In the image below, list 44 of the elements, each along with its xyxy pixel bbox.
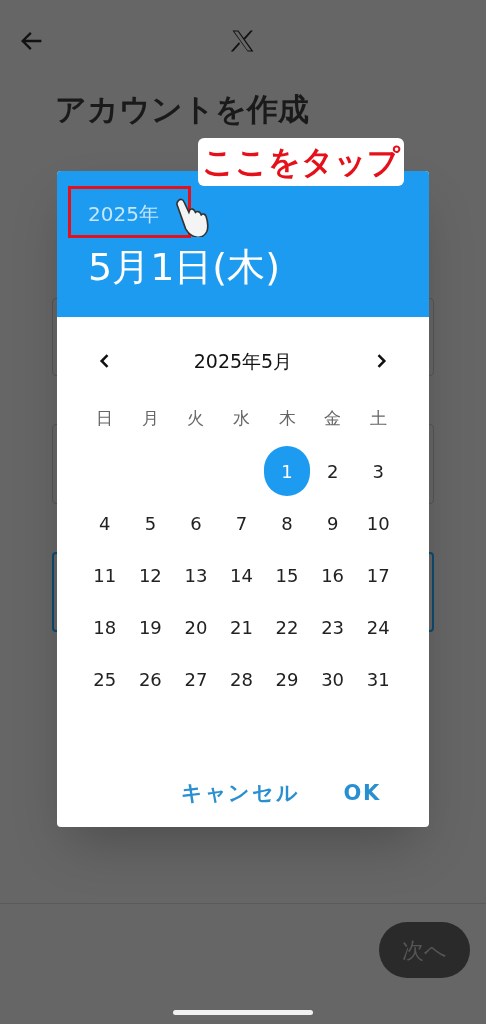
day-cell[interactable]: 27: [173, 654, 219, 704]
day-cell[interactable]: 29: [264, 654, 310, 704]
day-cell[interactable]: 9: [309, 498, 356, 548]
weekday-label: 日: [96, 407, 114, 431]
page-title: アカウントを作成: [55, 90, 310, 129]
day-cell[interactable]: 25: [82, 654, 128, 704]
weekday-label: 水: [233, 407, 250, 431]
day-cell[interactable]: 12: [127, 550, 174, 600]
day-cell[interactable]: 8: [264, 498, 310, 548]
day-cell[interactable]: 7: [218, 498, 265, 548]
day-cell[interactable]: 5: [127, 498, 174, 548]
day-cell[interactable]: 14: [218, 550, 265, 600]
day-cell[interactable]: 4: [82, 498, 128, 548]
day-cell[interactable]: 24: [355, 602, 401, 652]
day-cell[interactable]: 15: [264, 550, 310, 600]
day-cell[interactable]: 28: [218, 654, 265, 704]
selected-date: 5月1日(木): [88, 244, 280, 291]
weekday-label: 土: [369, 407, 387, 431]
pointing-hand-icon: [174, 196, 212, 237]
day-cell[interactable]: 13: [173, 550, 219, 600]
day-cell[interactable]: 20: [173, 602, 219, 652]
day-cell[interactable]: 3: [355, 446, 401, 496]
day-cell[interactable]: 19: [127, 602, 174, 652]
day-cell[interactable]: 31: [355, 654, 401, 704]
weekday-label: 火: [187, 407, 205, 431]
day-cell[interactable]: 30: [309, 654, 356, 704]
day-cell[interactable]: 11: [82, 550, 128, 600]
day-cell[interactable]: 10: [355, 498, 401, 548]
day-cell[interactable]: 21: [218, 602, 265, 652]
day-cell[interactable]: 22: [264, 602, 310, 652]
day-cell[interactable]: 18: [82, 602, 128, 652]
day-cell[interactable]: 2: [309, 446, 356, 496]
weekday-label: 木: [278, 407, 296, 431]
day-cell[interactable]: 17: [355, 550, 401, 600]
month-label: 2025年5月: [193, 348, 293, 374]
day-cell[interactable]: 16: [309, 550, 356, 600]
day-cell[interactable]: 23: [309, 602, 356, 652]
weekday-label: 金: [324, 407, 342, 431]
day-cell[interactable]: 6: [173, 498, 219, 548]
day-cell[interactable]: 26: [127, 654, 174, 704]
annotation-text: ここをタップ: [198, 138, 404, 186]
weekday-label: 月: [141, 407, 159, 431]
ok-button[interactable]: OK: [343, 777, 381, 809]
cancel-button[interactable]: キャンセル: [181, 777, 300, 809]
